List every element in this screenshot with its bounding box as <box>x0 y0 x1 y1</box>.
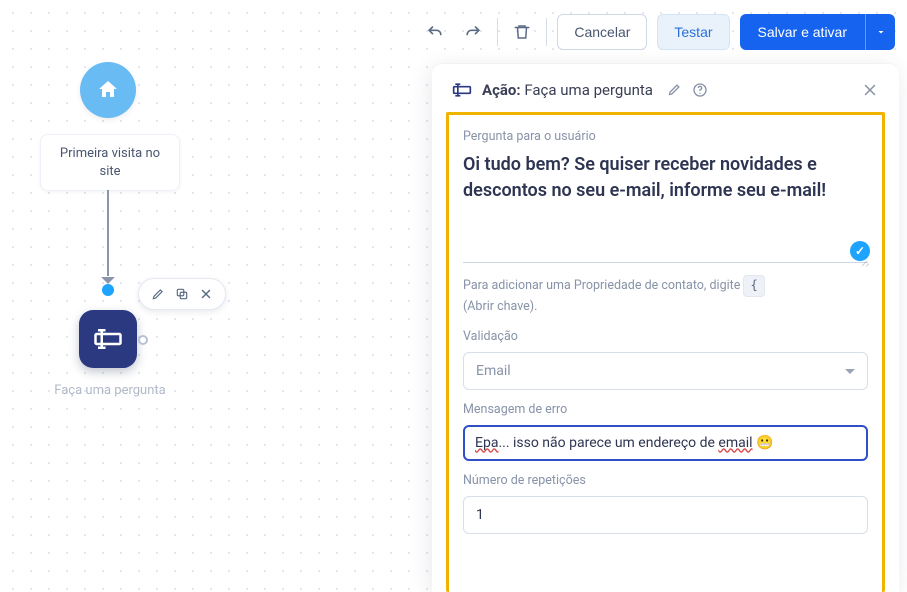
ask-question-node-label: Faça uma pergunta <box>50 382 170 400</box>
delete-button[interactable] <box>508 14 536 50</box>
save-split-button: Salvar e ativar <box>740 14 895 50</box>
brace-chip[interactable]: { <box>743 275 764 296</box>
cancel-button[interactable]: Cancelar <box>557 14 647 50</box>
undo-icon <box>425 22 445 42</box>
undo-button[interactable] <box>421 14 449 50</box>
node-output-port[interactable] <box>138 335 148 345</box>
hint-text-before: Para adicionar uma Propriedade de contat… <box>463 278 740 293</box>
error-word-1: Epa <box>475 435 498 451</box>
panel-title-prefix: Ação: <box>482 81 521 99</box>
close-icon <box>199 287 213 301</box>
close-icon <box>861 81 879 99</box>
panel-title: Ação: Faça uma pergunta <box>482 81 653 99</box>
edit-title-button[interactable] <box>667 82 682 98</box>
start-node-label[interactable]: Primeira visita no site <box>40 134 180 191</box>
redo-button[interactable] <box>459 14 487 50</box>
edit-node-button[interactable] <box>147 283 169 305</box>
contact-property-hint: Para adicionar uma Propriedade de contat… <box>463 275 868 316</box>
action-editor-panel: Ação: Faça uma pergunta Pergunta para o … <box>432 64 899 592</box>
node-input-port[interactable] <box>102 284 114 296</box>
question-field-label: Pergunta para o usuário <box>463 129 868 144</box>
error-field-label: Mensagem de erro <box>463 402 868 417</box>
error-emoji: 😬 <box>753 435 774 451</box>
validation-select-value: Email <box>476 363 511 379</box>
help-button[interactable] <box>692 82 708 98</box>
flow-arrow <box>107 190 109 276</box>
pencil-icon <box>151 287 165 301</box>
node-actions-toolbar <box>138 278 226 310</box>
delete-node-button[interactable] <box>195 283 217 305</box>
error-message-input[interactable]: Epa... isso não parece um endereço de em… <box>463 425 868 461</box>
error-word-mid: ... isso não parece um endereço de <box>498 435 718 451</box>
validation-select[interactable]: Email <box>463 352 868 390</box>
save-dropdown-button[interactable] <box>865 14 895 50</box>
panel-title-text: Faça uma pergunta <box>524 81 653 99</box>
chevron-down-icon <box>875 26 887 38</box>
question-field-wrap: ✓ <box>463 152 868 267</box>
input-action-icon <box>93 324 123 354</box>
resize-grip-icon[interactable] <box>858 257 867 266</box>
flow-area: Primeira visita no site Faça uma pergunt… <box>0 50 430 590</box>
pencil-icon <box>667 82 682 97</box>
help-icon <box>692 82 708 98</box>
chevron-down-icon <box>845 369 855 379</box>
error-word-2: email <box>718 435 752 451</box>
home-icon <box>96 78 120 102</box>
save-activate-button[interactable]: Salvar e ativar <box>740 14 865 50</box>
input-action-icon <box>452 80 472 100</box>
toolbar-divider <box>497 18 498 46</box>
repeat-count-input[interactable] <box>463 496 868 534</box>
validation-field-label: Validação <box>463 329 868 344</box>
toolbar-divider <box>546 18 547 46</box>
trash-icon <box>513 23 531 41</box>
hint-text-after: (Abrir chave). <box>463 299 537 314</box>
duplicate-node-button[interactable] <box>171 283 193 305</box>
top-toolbar: Cancelar Testar Salvar e ativar <box>421 14 895 50</box>
question-textarea[interactable] <box>463 152 868 263</box>
start-node[interactable] <box>80 62 136 118</box>
panel-body: Pergunta para o usuário ✓ Para adicionar… <box>446 112 885 592</box>
copy-icon <box>175 287 189 301</box>
panel-header: Ação: Faça uma pergunta <box>432 64 899 112</box>
close-panel-button[interactable] <box>861 81 879 99</box>
ask-question-node[interactable] <box>79 310 137 368</box>
test-button[interactable]: Testar <box>657 14 729 50</box>
repeat-field-label: Número de repetições <box>463 473 868 488</box>
panel-title-actions <box>667 82 708 98</box>
redo-icon <box>463 22 483 42</box>
